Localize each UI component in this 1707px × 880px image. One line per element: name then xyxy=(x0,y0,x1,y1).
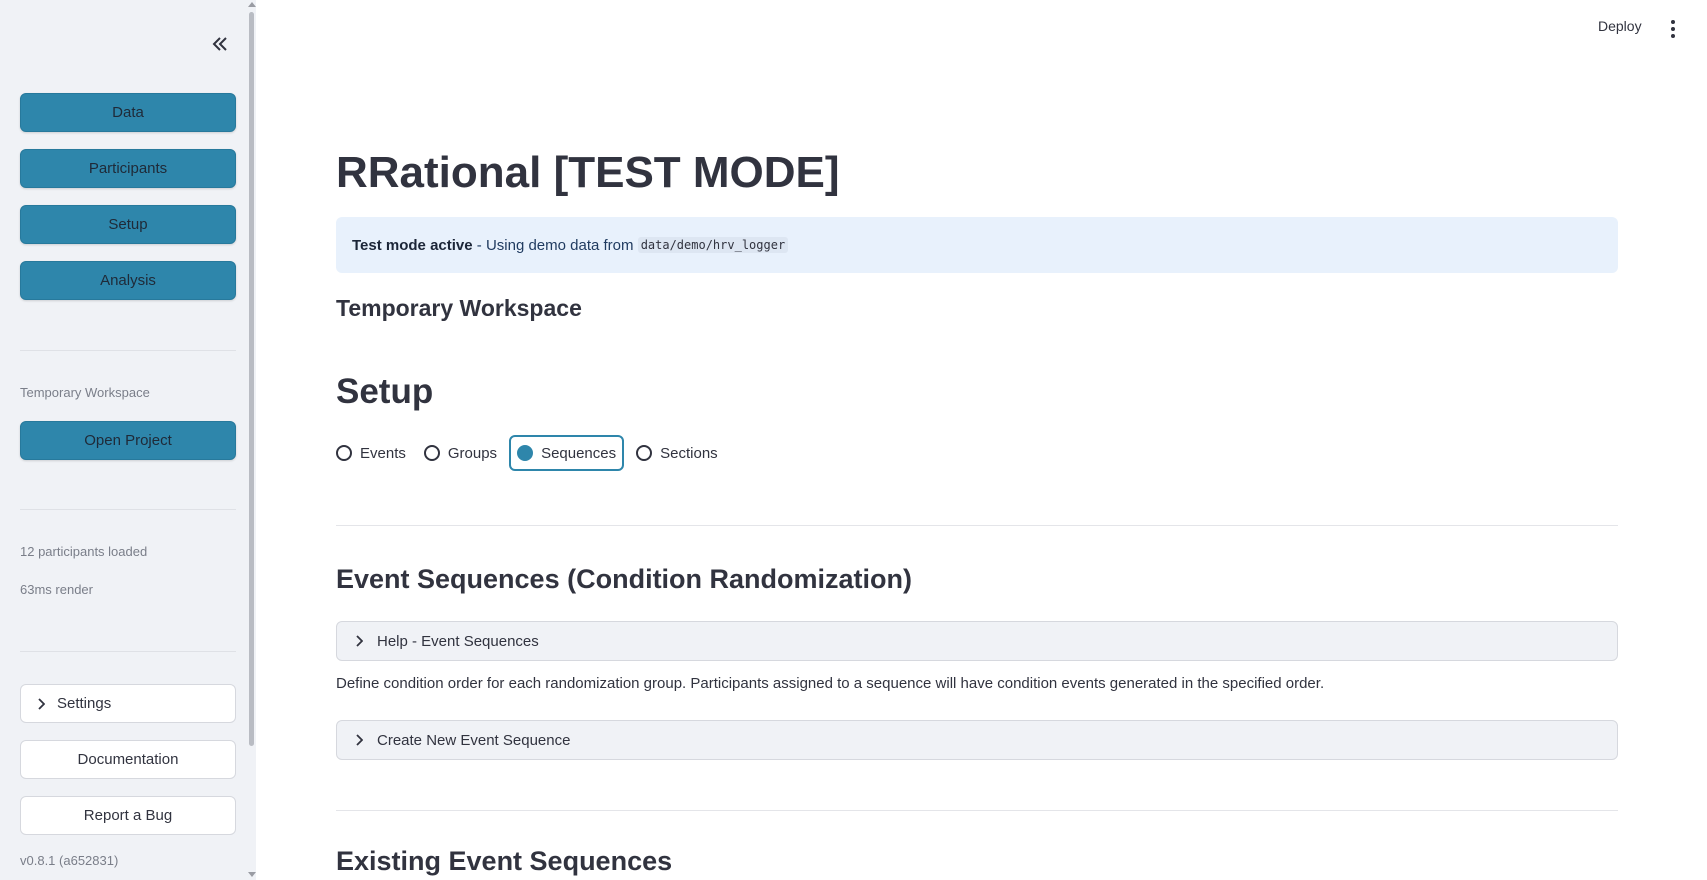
help-expander-label: Help - Event Sequences xyxy=(377,632,539,650)
radio-sections[interactable]: Sections xyxy=(636,435,718,471)
alert-code-path: data/demo/hrv_logger xyxy=(637,237,789,253)
existing-sequences-heading: Existing Event Sequences xyxy=(336,846,673,876)
page-title: RRational [TEST MODE] xyxy=(336,148,840,197)
chevron-right-icon xyxy=(37,697,45,710)
settings-expander[interactable]: Settings xyxy=(20,684,236,723)
documentation-button[interactable]: Documentation xyxy=(20,740,236,779)
chevron-right-icon xyxy=(355,635,363,647)
version-text: v0.8.1 (a652831) xyxy=(20,853,119,868)
radio-groups[interactable]: Groups xyxy=(423,435,498,471)
sidebar-divider xyxy=(20,350,236,351)
setup-heading: Setup xyxy=(336,372,434,411)
sidebar-divider xyxy=(20,651,236,652)
radio-circle-selected-icon xyxy=(517,445,534,461)
open-project-button[interactable]: Open Project xyxy=(20,421,236,460)
event-sequences-heading: Event Sequences (Condition Randomization… xyxy=(336,564,913,594)
alert-text: - Using demo data from xyxy=(472,236,638,254)
sidebar: Data Participants Setup Analysis Tempora… xyxy=(0,0,256,880)
sidebar-scrollbar-thumb[interactable] xyxy=(249,12,254,746)
radio-circle-icon xyxy=(423,445,440,461)
radio-label: Events xyxy=(360,444,406,462)
radio-label: Sections xyxy=(660,444,718,462)
radio-label: Sequences xyxy=(541,444,617,462)
radio-events[interactable]: Events xyxy=(336,435,406,471)
description-text: Define condition order for each randomiz… xyxy=(336,675,1325,692)
radio-sequences[interactable]: Sequences xyxy=(509,435,625,471)
test-mode-alert: Test mode active - Using demo data from … xyxy=(336,217,1618,273)
settings-label: Settings xyxy=(57,695,112,712)
nav-button-data[interactable]: Data xyxy=(20,93,236,132)
report-bug-button[interactable]: Report a Bug xyxy=(20,796,236,835)
kebab-menu-icon[interactable] xyxy=(1668,20,1678,38)
radio-circle-icon xyxy=(336,445,352,461)
deploy-button[interactable]: Deploy xyxy=(1598,18,1642,34)
participants-loaded-text: 12 participants loaded xyxy=(20,544,148,559)
radio-circle-icon xyxy=(636,445,653,461)
nav-button-participants[interactable]: Participants xyxy=(20,149,236,188)
chevron-right-icon xyxy=(355,734,363,746)
setup-radio-group: Events Groups Sequences Sections xyxy=(336,435,718,471)
collapse-sidebar-icon[interactable] xyxy=(208,32,232,56)
create-sequence-expander[interactable]: Create New Event Sequence xyxy=(336,720,1618,760)
render-time-text: 63ms render xyxy=(20,582,93,597)
scroll-down-icon[interactable] xyxy=(248,872,256,877)
radio-label: Groups xyxy=(447,444,498,462)
create-expander-label: Create New Event Sequence xyxy=(377,731,571,749)
nav-button-setup[interactable]: Setup xyxy=(20,205,236,244)
scroll-up-icon[interactable] xyxy=(248,2,256,7)
workspace-heading: Temporary Workspace xyxy=(336,295,582,321)
nav-button-analysis[interactable]: Analysis xyxy=(20,261,236,300)
help-expander[interactable]: Help - Event Sequences xyxy=(336,621,1618,661)
alert-bold-text: Test mode active xyxy=(352,236,473,254)
section-divider xyxy=(336,525,1618,526)
section-divider xyxy=(336,810,1618,811)
workspace-caption: Temporary Workspace xyxy=(20,385,150,400)
sidebar-divider xyxy=(20,509,236,510)
